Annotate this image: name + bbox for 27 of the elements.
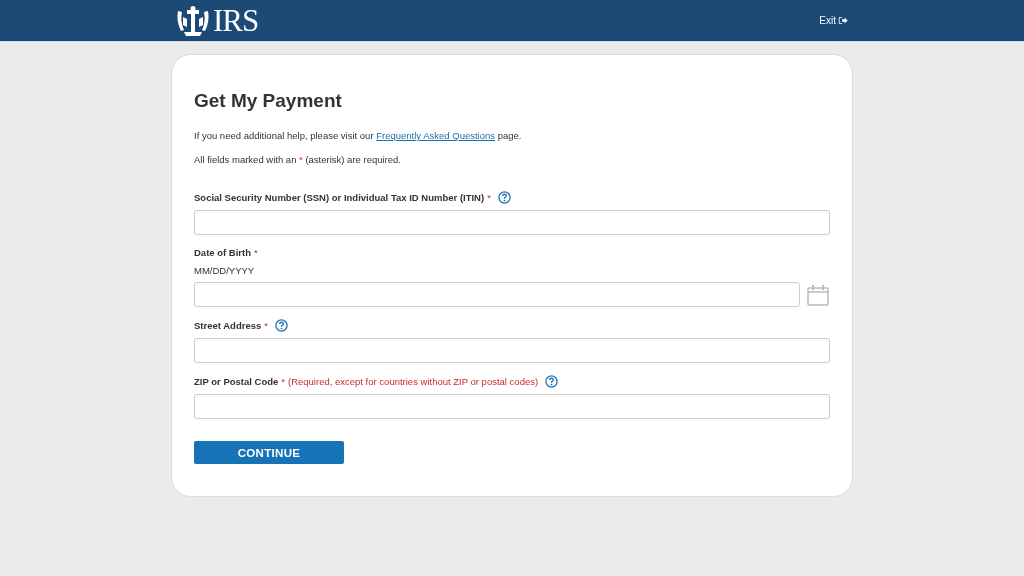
eagle-emblem-icon: [175, 4, 211, 37]
field-note: (Required, except for countries without ZIP or postal codes): [288, 376, 539, 387]
help-icon[interactable]: [497, 191, 511, 204]
required-mark: *: [487, 192, 491, 203]
required-mark: *: [264, 320, 268, 331]
input-field[interactable]: [194, 338, 830, 363]
format-hint: MM/DD/YYYY: [194, 265, 256, 276]
logo-text: IRS: [213, 4, 259, 37]
required-note: All fields marked with an * (asterisk) are required.: [194, 154, 402, 165]
input-field[interactable]: [194, 394, 830, 419]
input-field[interactable]: [194, 210, 830, 235]
field-label: Date of Birth: [194, 247, 251, 258]
help-icon[interactable]: [545, 375, 559, 388]
exit-icon: [838, 16, 848, 25]
required-mark: *: [254, 247, 258, 258]
field-label: ZIP or Postal Code: [194, 376, 279, 387]
field-label: Social Security Number (SSN) or Individual Tax ID Number (ITIN): [194, 192, 485, 203]
required-mark: *: [281, 376, 285, 387]
exit-link[interactable]: Exit: [819, 15, 848, 26]
help-icon[interactable]: [274, 319, 288, 332]
field-label: Street Address: [194, 320, 262, 331]
page-title: Get My Payment: [194, 90, 343, 112]
input-field[interactable]: [194, 282, 800, 307]
calendar-icon[interactable]: [806, 282, 830, 307]
help-text: If you need additional help, please visit our Frequently Asked Questions page.: [194, 130, 523, 141]
faq-link[interactable]: Frequently Asked Questions: [376, 130, 496, 141]
continue-button[interactable]: CONTINUE: [194, 441, 344, 464]
